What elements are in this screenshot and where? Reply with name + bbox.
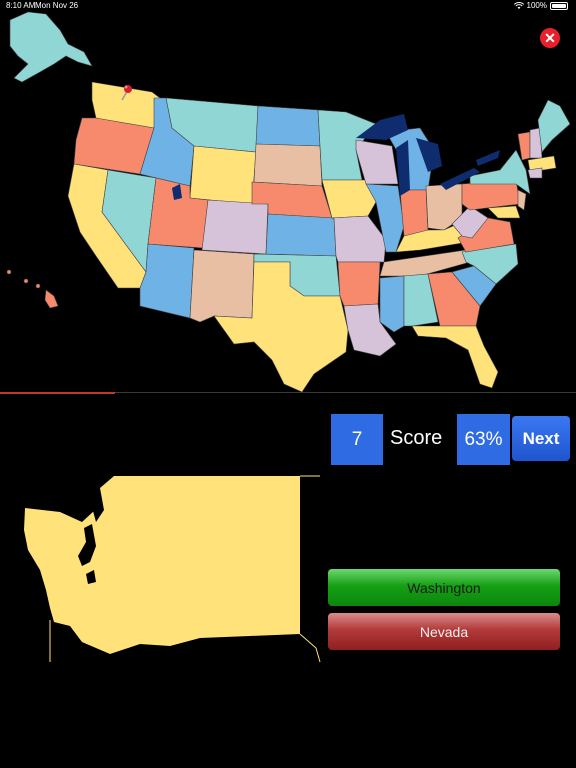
state-hawaii-1[interactable] — [6, 269, 12, 275]
state-wisconsin[interactable] — [355, 139, 399, 185]
state-new-jersey[interactable] — [517, 189, 527, 211]
state-kansas[interactable] — [265, 213, 337, 257]
state-connecticut[interactable] — [527, 167, 543, 179]
state-south-dakota[interactable] — [253, 143, 323, 187]
state-hawaii-2[interactable] — [23, 278, 29, 284]
state-alaska[interactable] — [9, 11, 93, 83]
state-maine[interactable] — [537, 99, 571, 153]
next-button[interactable]: Next — [512, 416, 570, 461]
progress-bar — [0, 392, 116, 394]
us-map[interactable] — [0, 0, 576, 400]
state-mississippi[interactable] — [379, 275, 405, 333]
state-indiana[interactable] — [399, 189, 429, 237]
score-count: 7 — [331, 414, 383, 465]
state-oregon[interactable] — [73, 117, 155, 175]
state-pennsylvania[interactable] — [461, 179, 521, 211]
state-colorado[interactable] — [201, 199, 269, 255]
lake-ontario — [476, 150, 500, 166]
state-florida[interactable] — [411, 325, 499, 389]
score-label: Score — [390, 427, 443, 449]
close-button[interactable]: ✕ — [540, 28, 560, 48]
answer-button-wrong[interactable]: Nevada — [328, 613, 560, 650]
state-hawaii-4[interactable] — [44, 289, 59, 309]
state-arkansas[interactable] — [337, 261, 381, 307]
score-percent: 63% — [457, 414, 510, 465]
state-hawaii-3[interactable] — [35, 283, 41, 289]
state-north-dakota[interactable] — [255, 105, 321, 147]
close-icon: ✕ — [544, 30, 556, 46]
state-missouri[interactable] — [331, 215, 387, 263]
answer-button-correct[interactable]: Washington — [328, 569, 560, 606]
state-maryland[interactable] — [487, 205, 521, 219]
state-wyoming[interactable] — [189, 145, 257, 205]
quiz-state-shape — [24, 475, 321, 663]
state-arizona[interactable] — [139, 243, 195, 319]
state-vermont[interactable] — [517, 131, 531, 161]
state-new-mexico[interactable] — [189, 249, 255, 323]
